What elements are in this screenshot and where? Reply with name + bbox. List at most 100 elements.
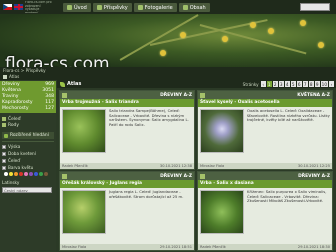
- sidebar: Dřeviny 969 Květena 3051 Traviny 348 Kapraď…: [0, 80, 56, 252]
- breadcrumb-current: Atlas: [9, 74, 20, 79]
- filter-label: Doba kvetení: [8, 151, 36, 156]
- plant-thumbnail[interactable]: [62, 190, 106, 234]
- page-button[interactable]: 4: [284, 81, 290, 87]
- stat-label: Mechorosty: [2, 106, 29, 111]
- home-icon: [67, 5, 72, 10]
- banner-flower: [180, 32, 186, 38]
- czech-flag-icon[interactable]: [3, 4, 12, 10]
- bullet-icon: [2, 123, 6, 127]
- share-icon[interactable]: [62, 92, 67, 98]
- nav-gallery[interactable]: Fotogalerie: [133, 3, 177, 12]
- card-body: Kříženec: Salix purpurea x Salix viminal…: [198, 188, 332, 244]
- filter-section: Výska Doba kvetení Čeleď Barva květu: [2, 141, 54, 177]
- search-input[interactable]: [300, 3, 330, 11]
- czech-name-input[interactable]: Český název: [2, 187, 52, 193]
- nav-home[interactable]: Úvod: [63, 3, 91, 12]
- site-logo[interactable]: flora-cs.com: [5, 54, 110, 67]
- stat-row[interactable]: Mechorosty 127: [0, 106, 56, 112]
- sidebar-item-label: Čeleď: [8, 116, 21, 122]
- filter-flower-color[interactable]: Barva květu: [2, 164, 54, 171]
- banner-twig: [199, 24, 307, 54]
- card-author: Radek Pšenčík: [200, 245, 226, 249]
- page-button[interactable]: 8: [308, 81, 314, 87]
- filter-family[interactable]: Čeleď: [2, 157, 54, 164]
- page-button[interactable]: 9: [314, 81, 320, 87]
- sidebar-item-genus[interactable]: Rody: [2, 122, 54, 128]
- atlas-card[interactable]: DŘEVINY A-Z Vrba - Salix x dasiana Kříže…: [197, 171, 333, 251]
- atlas-card[interactable]: DŘEVINY A-Z Vrba trojmužná - Salix trian…: [59, 90, 195, 170]
- page-prev-button[interactable]: ‹: [260, 81, 266, 87]
- page-button[interactable]: 10: [320, 81, 328, 87]
- page-button[interactable]: 2: [272, 81, 278, 87]
- height-checkbox[interactable]: [2, 144, 6, 149]
- color-blue[interactable]: [34, 172, 38, 176]
- card-title[interactable]: Šťavel kyselý - Oxalis acetosella: [198, 99, 332, 107]
- leaf-icon: [60, 81, 65, 87]
- flowering-checkbox[interactable]: [2, 151, 6, 156]
- card-author: Radek Pšenčík: [62, 164, 88, 168]
- plant-thumbnail[interactable]: [200, 109, 244, 153]
- color-white[interactable]: [4, 172, 8, 176]
- advanced-search-button[interactable]: Rozšířené hledání: [2, 132, 54, 139]
- card-category[interactable]: KVĚTENA A-Z: [297, 93, 330, 98]
- plant-thumbnail[interactable]: [200, 190, 244, 234]
- atlas-card[interactable]: KVĚTENA A-Z Šťavel kyselý - Oxalis aceto…: [197, 90, 333, 170]
- family-checkbox[interactable]: [2, 158, 6, 163]
- page-button[interactable]: 5: [290, 81, 296, 87]
- color-red[interactable]: [19, 172, 23, 176]
- card-date: 29.10.2021 18:30: [297, 245, 330, 249]
- gallery-icon: [137, 5, 143, 10]
- nav-contents-label: Obsah: [189, 4, 206, 11]
- color-green[interactable]: [39, 172, 43, 176]
- page-button[interactable]: 1: [266, 81, 272, 87]
- nav-contents[interactable]: Obsah: [178, 3, 210, 12]
- top-navigation: Úvod Příspěvky Fotogalerie Obsah: [63, 3, 210, 12]
- color-purple[interactable]: [29, 172, 33, 176]
- card-category[interactable]: DŘEVINY A-Z: [160, 93, 192, 98]
- pagination: Stránky ‹ 1 2 3 4 5 6 7 8 9 10 ›: [243, 80, 334, 88]
- card-header: KVĚTENA A-Z: [198, 91, 332, 99]
- color-orange[interactable]: [14, 172, 18, 176]
- banner-flower: [268, 28, 274, 34]
- card-author: Miroslav Fiala: [200, 164, 225, 168]
- flower-color-checkbox[interactable]: [2, 165, 6, 170]
- card-title[interactable]: Vrba trojmužná - Salix triandra: [60, 99, 194, 107]
- color-yellow[interactable]: [9, 172, 13, 176]
- card-category[interactable]: DŘEVINY A-Z: [160, 174, 192, 179]
- page-button[interactable]: 6: [296, 81, 302, 87]
- share-icon[interactable]: [200, 92, 205, 98]
- atlas-card[interactable]: DŘEVINY A-Z Ořešák královský - Juglans r…: [59, 171, 195, 251]
- advanced-search-label: Rozšířené hledání: [10, 133, 49, 138]
- card-header: DŘEVINY A-Z: [60, 91, 194, 99]
- filter-label: Čeleď: [8, 158, 20, 163]
- plant-thumbnail[interactable]: [62, 109, 106, 153]
- color-pink[interactable]: [24, 172, 28, 176]
- bullet-icon: [2, 117, 6, 121]
- card-description: Oxalis acetosella L. Čeleď: Oxalidaceae …: [247, 109, 330, 123]
- top-bar: Flora-cs.com pro zobrazení vyžaduje mode…: [0, 0, 336, 14]
- share-icon[interactable]: [200, 173, 205, 179]
- banner-flower: [318, 42, 324, 48]
- filter-flowering[interactable]: Doba kvetení: [2, 150, 54, 157]
- card-date: 30.10.2021 12:38: [159, 164, 192, 168]
- card-footer: Miroslav Fiala 29.10.2021 18:51: [60, 244, 194, 250]
- color-brown[interactable]: [44, 172, 48, 176]
- share-icon[interactable]: [62, 173, 67, 179]
- page-button[interactable]: 3: [278, 81, 284, 87]
- card-date: 30.10.2021 12:25: [297, 164, 330, 168]
- english-flag-icon[interactable]: [14, 4, 23, 10]
- banner-flower: [222, 36, 228, 42]
- card-title[interactable]: Vrba - Salix x dasiana: [198, 180, 332, 188]
- page-next-button[interactable]: ›: [329, 81, 334, 87]
- card-body: Juglans regia L. Čeleď: Juglandaceae - o…: [60, 188, 194, 244]
- page-button[interactable]: 7: [302, 81, 308, 87]
- card-title[interactable]: Ořešák královský - Juglans regia: [60, 180, 194, 188]
- side-links: Čeleď Rody: [0, 114, 56, 130]
- card-body: Oxalis acetosella L. Čeleď: Oxalidaceae …: [198, 107, 332, 163]
- card-category[interactable]: DŘEVINY A-Z: [298, 174, 330, 179]
- nav-posts[interactable]: Příspěvky: [92, 3, 132, 12]
- filter-height[interactable]: Výska: [2, 143, 54, 150]
- banner-flower: [160, 50, 166, 56]
- page-label: Stránky: [242, 81, 259, 87]
- breadcrumb-path[interactable]: Flora-cs > Příspěvky: [3, 68, 333, 73]
